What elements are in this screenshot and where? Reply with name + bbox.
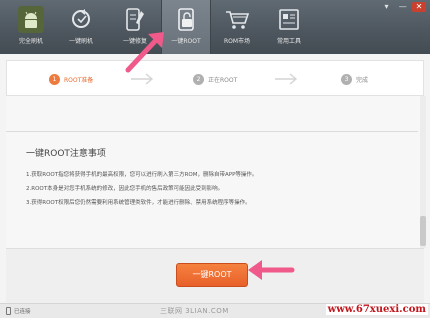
cart-icon — [224, 6, 250, 33]
divider — [6, 131, 418, 132]
close-icon[interactable]: ✕ — [412, 2, 426, 12]
top-toolbar: 完全刷机 一键刷机 一键修复 一键ROOT ROM市场 常用工具 ▾ — ✕ — [0, 0, 430, 54]
repair-icon — [122, 6, 148, 33]
site-watermark: www.67xuexi.com — [325, 304, 428, 315]
toolbar-rom-market-button[interactable]: ROM市场 — [212, 0, 262, 54]
progress-steps: 1 ROOT准备 2 正在ROOT 3 完成 — [6, 60, 424, 96]
lock-icon — [174, 6, 200, 33]
toolbar-label: 一键刷机 — [68, 38, 93, 45]
step-number: 2 — [193, 73, 204, 85]
status-bar: 已连接 三联网 3LIAN.COM www.67xuexi.com — [0, 303, 430, 318]
toolbar-full-flash-button[interactable]: 完全刷机 — [6, 0, 56, 54]
android-logo-icon — [18, 6, 44, 33]
notice-title: 一键ROOT注意事项 — [26, 149, 106, 159]
root-notice-panel: 一键ROOT注意事项 1.获取ROOT指您将获得手机的最高权限，您可以进行刷入第… — [6, 96, 424, 248]
notice-item: 1.获取ROOT指您将获得手机的最高权限，您可以进行刷入第三方ROM，删除自带A… — [26, 172, 258, 178]
notice-item: 2.ROOT本身是对您手机系统的修改，因此您手机的售后政策可能因此受到影响。 — [26, 186, 224, 192]
step-label: 正在ROOT — [208, 76, 238, 84]
toolbar-root-button[interactable]: 一键ROOT — [161, 0, 211, 54]
pointer-arrow-icon — [248, 260, 295, 280]
step-arrow-icon — [275, 73, 298, 85]
step-done: 3 完成 — [341, 72, 368, 86]
toolbar-label: ROM市场 — [223, 38, 251, 45]
toolbar-tools-button[interactable]: 常用工具 — [264, 0, 314, 54]
step-rooting: 2 正在ROOT — [193, 72, 237, 86]
scrollbar-thumb[interactable] — [420, 216, 426, 246]
toolbar-one-click-flash-button[interactable]: 一键刷机 — [56, 0, 106, 54]
minimize-icon[interactable]: — — [396, 2, 410, 12]
window-controls: ▾ — ✕ — [380, 2, 426, 14]
one-click-root-button[interactable]: 一键ROOT — [176, 263, 248, 287]
toolbar-label: 常用工具 — [276, 38, 301, 45]
refresh-icon — [68, 6, 94, 33]
step-label: 完成 — [356, 76, 369, 84]
watermark-text: 三联网 3LIAN.COM — [160, 307, 229, 315]
device-status: 已连接 — [6, 307, 31, 315]
notice-item: 3.获得ROOT权限后您仍然需要利用系统管理类软件，才能进行删除、禁用系统程序等… — [26, 200, 251, 206]
step-number: 3 — [341, 73, 352, 85]
step-prepare: 1 ROOT准备 — [49, 72, 93, 86]
toolbar-label: 一键ROOT — [171, 38, 201, 45]
toolbar-label: 完全刷机 — [18, 38, 43, 45]
device-status-label: 已连接 — [14, 309, 31, 315]
tools-icon — [276, 6, 302, 33]
menu-icon[interactable]: ▾ — [380, 2, 394, 12]
step-label: ROOT准备 — [64, 76, 94, 84]
step-arrow-icon — [131, 73, 154, 85]
app-window: 完全刷机 一键刷机 一键修复 一键ROOT ROM市场 常用工具 ▾ — ✕ 1… — [0, 0, 430, 318]
pointer-arrow-icon — [125, 32, 164, 73]
scrollbar[interactable] — [420, 96, 426, 248]
phone-icon — [6, 307, 11, 315]
step-number: 1 — [49, 73, 60, 85]
